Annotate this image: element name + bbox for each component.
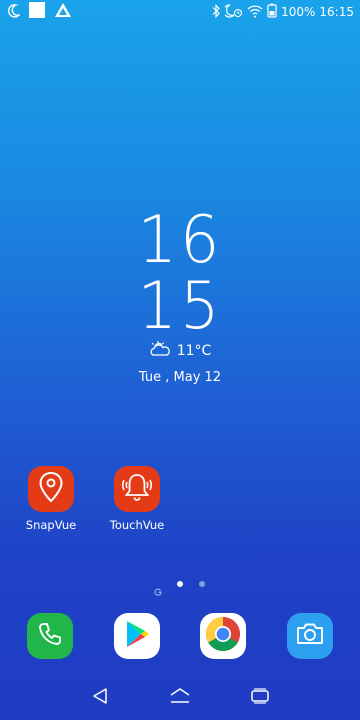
recents-icon — [250, 688, 270, 708]
app-notification-icon — [54, 2, 72, 22]
alarm-icon — [223, 3, 243, 22]
app-label-snapvue: SnapVue — [25, 518, 77, 532]
dock-camera[interactable] — [287, 613, 333, 659]
weather-widget[interactable]: 11°C — [0, 340, 360, 362]
back-icon — [92, 687, 108, 709]
square-notification-icon — [28, 1, 46, 23]
app-snapvue[interactable]: SnapVue — [19, 466, 83, 532]
status-bar-notifications — [8, 2, 72, 22]
page-dot-current[interactable] — [177, 581, 183, 587]
bluetooth-icon — [211, 3, 221, 22]
wifi-icon — [247, 3, 263, 22]
status-time: 16:15 — [319, 5, 354, 19]
clock-hours: 16 — [137, 201, 223, 278]
play-store-icon — [123, 619, 151, 653]
date-label[interactable]: Tue , May 12 — [0, 370, 360, 385]
weather-temperature: 11°C — [176, 343, 212, 359]
status-bar: 100% 16:15 — [0, 0, 360, 24]
app-icon-snapvue[interactable] — [28, 466, 74, 512]
alarm-bell-icon — [119, 471, 155, 507]
clock-minutes: 15 — [137, 267, 223, 344]
partly-cloudy-icon — [149, 341, 171, 361]
app-label-touchvue: TouchVue — [109, 518, 165, 532]
location-pin-icon — [38, 471, 64, 507]
nav-back-button[interactable] — [85, 684, 115, 712]
phone-icon — [37, 621, 63, 651]
battery-icon — [267, 3, 277, 22]
battery-percentage: 100% — [281, 5, 316, 19]
chrome-icon — [204, 615, 242, 657]
dock-play-store[interactable] — [114, 613, 160, 659]
status-bar-system: 100% 16:15 — [211, 2, 354, 22]
dock-phone[interactable] — [27, 613, 73, 659]
app-icon-touchvue[interactable] — [114, 466, 160, 512]
google-page-dot[interactable] — [154, 581, 162, 596]
app-touchvue[interactable]: TouchVue — [105, 466, 169, 532]
moon-icon — [8, 3, 22, 22]
dock-chrome[interactable] — [200, 613, 246, 659]
page-dot[interactable] — [199, 581, 205, 587]
camera-icon — [295, 621, 325, 651]
page-indicator[interactable] — [0, 579, 360, 596]
home-screen: 100% 16:15 16 15 11°C Tue , May 12 SnapV… — [0, 0, 360, 720]
nav-home-button[interactable] — [165, 684, 195, 712]
nav-recents-button[interactable] — [245, 684, 275, 712]
home-icon — [169, 687, 191, 709]
